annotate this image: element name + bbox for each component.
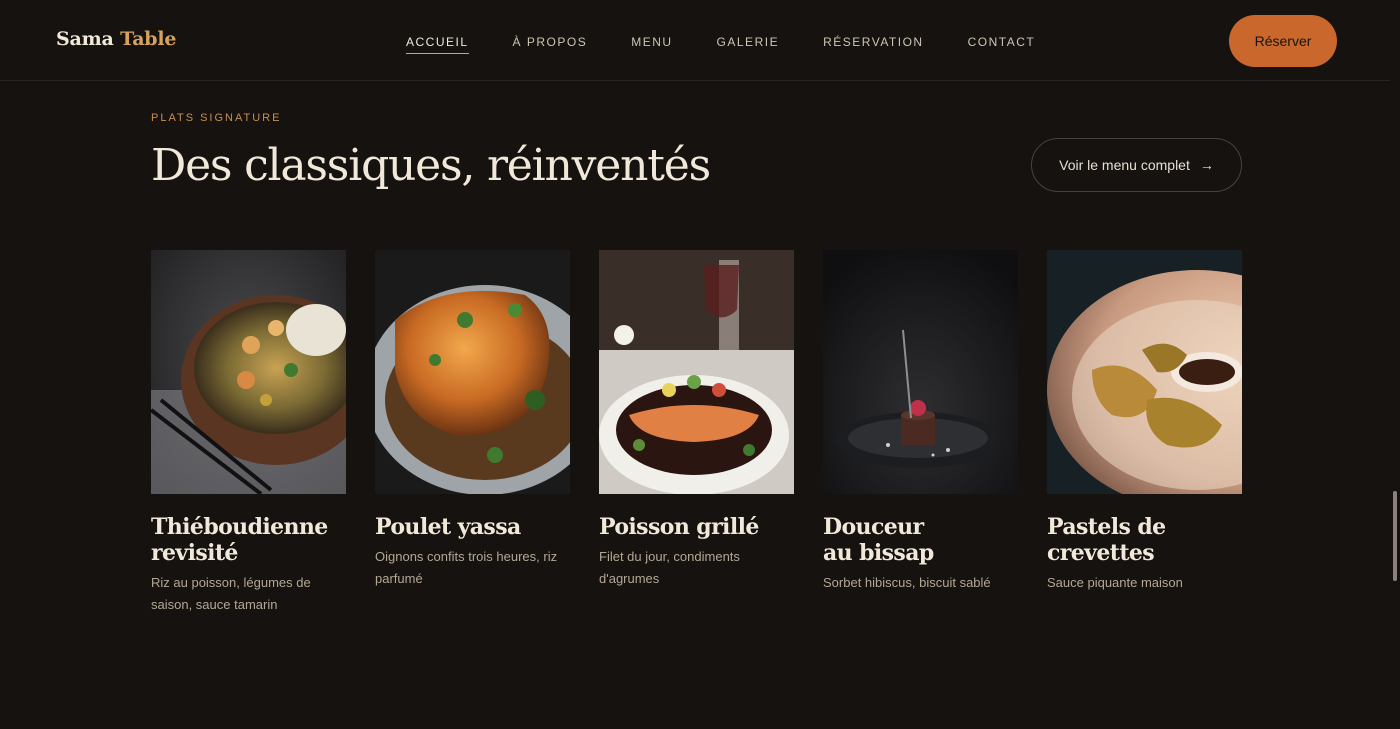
brand-name-part1: Sama [56, 28, 114, 50]
dish-description: Filet du jour, condiments d'agrumes [599, 549, 740, 586]
dish-card[interactable]: Pastels de crevettes Sauce piquante mais… [1047, 250, 1242, 594]
dish-name: Thiéboudienne revisité [151, 514, 346, 566]
dish-card[interactable]: Thiéboudienne revisité Riz au poisson, l… [151, 250, 346, 616]
view-full-menu-button[interactable]: Voir le menu complet → [1031, 138, 1242, 192]
dish-description: Oignons confits trois heures, riz parfum… [375, 549, 558, 586]
dish-card[interactable]: Poisson grillé Filet du jour, condiments… [599, 250, 794, 590]
nav-item-accueil[interactable]: ACCUEIL [406, 35, 469, 54]
nav-item-a-propos[interactable]: À PROPOS [513, 35, 588, 54]
site-header: Sama Table ACCUEIL À PROPOS MENU GALERIE… [0, 0, 1390, 81]
dish-name-line1: Thiéboudienne [151, 514, 328, 540]
main-nav: ACCUEIL À PROPOS MENU GALERIE RÉSERVATIO… [406, 35, 1079, 54]
reserve-button[interactable]: Réserver [1229, 15, 1337, 67]
dish-name-line2: revisité [151, 540, 238, 566]
dish-name-line1: Poisson grillé [599, 514, 759, 540]
nav-item-galerie[interactable]: GALERIE [717, 35, 780, 54]
dish-description: Riz au poisson, légumes de saison, sauce… [151, 575, 311, 612]
dish-card[interactable]: Poulet yassa Oignons confits trois heure… [375, 250, 570, 590]
section-title: Des classiques, réinventés [151, 140, 711, 191]
brand-name-part2: Table [120, 28, 177, 50]
dessert-photo [823, 250, 1018, 494]
dish-name-line1: Douceur [823, 514, 924, 540]
dish-name-line1: Poulet yassa [375, 514, 521, 540]
dish-name: Poisson grillé [599, 514, 794, 540]
dish-name-line2: au bissap [823, 540, 934, 566]
dish-card[interactable]: Douceur au bissap Sorbet hibiscus, biscu… [823, 250, 1018, 594]
dish-name-line2: crevettes [1047, 540, 1155, 566]
page-scrollbar[interactable] [1390, 0, 1400, 729]
rice-bowl-photo [151, 250, 346, 494]
grilled-fish-photo [599, 250, 794, 494]
dish-description: Sorbet hibiscus, biscuit sablé [823, 575, 991, 590]
roast-chicken-photo [375, 250, 570, 494]
brand-logo[interactable]: Sama Table [56, 28, 177, 50]
nav-item-contact[interactable]: CONTACT [968, 35, 1036, 54]
shrimp-pastels-photo [1047, 250, 1242, 494]
arrow-right-icon: → [1199, 157, 1214, 173]
dish-name: Douceur au bissap [823, 514, 1018, 566]
nav-item-menu[interactable]: MENU [631, 35, 672, 54]
nav-item-reservation[interactable]: RÉSERVATION [823, 35, 924, 54]
section-eyebrow: PLATS SIGNATURE [151, 112, 282, 124]
dish-name: Poulet yassa [375, 514, 570, 540]
dish-description: Sauce piquante maison [1047, 575, 1183, 590]
scrollbar-thumb[interactable] [1393, 491, 1397, 581]
dish-name: Pastels de crevettes [1047, 514, 1242, 566]
dish-name-line1: Pastels de [1047, 514, 1166, 540]
view-full-menu-label: Voir le menu complet [1059, 157, 1190, 173]
